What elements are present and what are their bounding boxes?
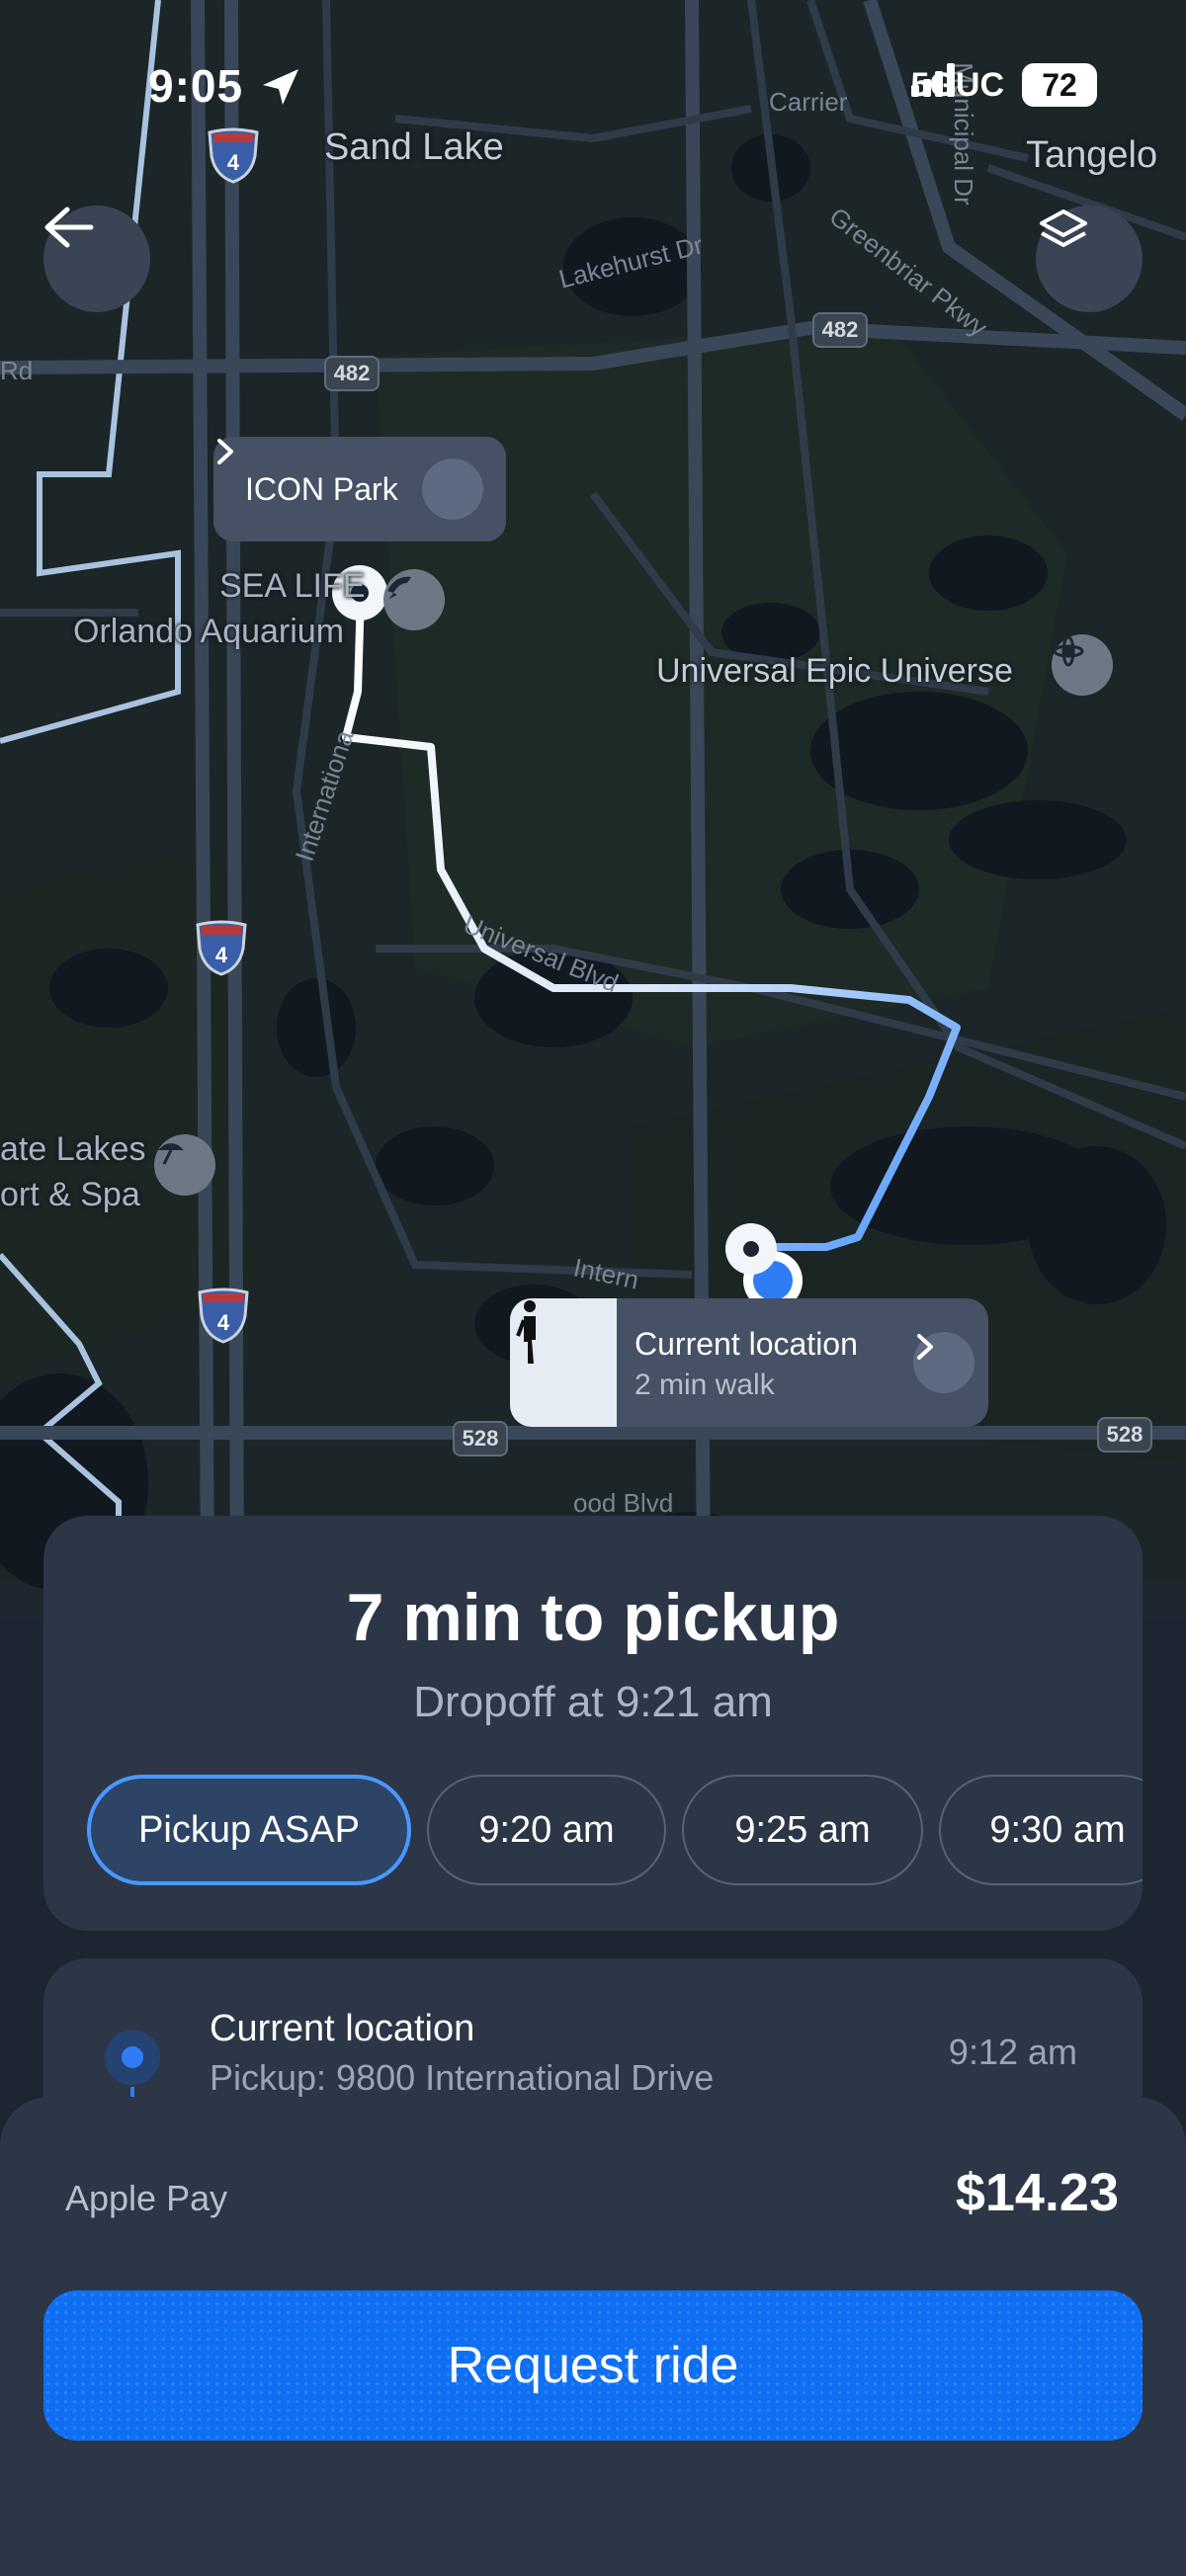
svg-text:4: 4: [217, 1310, 230, 1335]
current-location-callout[interactable]: Current location 2 min walk: [510, 1298, 988, 1427]
destination-callout-label: ICON Park: [245, 470, 398, 507]
pickup-location-address: Pickup: 9800 International Drive: [210, 2057, 715, 2098]
road-label-rd: Rd: [0, 356, 34, 385]
map-label-tangelo: Tangelo: [1026, 134, 1158, 176]
walking-person-icon: [510, 1298, 617, 1427]
location-dot-icon: [105, 2030, 160, 2085]
dropoff-time: Dropoff at 9:21 am: [413, 1678, 773, 1726]
payment-method[interactable]: Apple Pay: [65, 2178, 227, 2219]
svg-text:4: 4: [215, 943, 228, 967]
interstate-4-shield: 4: [196, 919, 247, 976]
highway-482-shield: 482: [812, 312, 868, 348]
back-button[interactable]: [43, 206, 150, 312]
road-label-wood-blvd: ood Blvd: [573, 1488, 674, 1518]
map-label-sea-life: SEA LIFE: [219, 567, 366, 605]
signal-icon: [910, 63, 955, 97]
pickup-location-name: Current location: [210, 2008, 475, 2049]
time-option[interactable]: 9:30 am: [939, 1775, 1143, 1885]
payment-sheet: Apple Pay $14.23 Request ride: [0, 2097, 1186, 2576]
pickup-time-card: 7 min to pickup Dropoff at 9:21 am Picku…: [43, 1516, 1143, 1931]
highway-528-shield: 528: [453, 1421, 508, 1456]
arrow-left-icon: [44, 207, 94, 248]
map-label-lakes-resort-2: ort & Spa: [0, 1176, 140, 1213]
time-option-asap[interactable]: Pickup ASAP: [87, 1775, 411, 1885]
map-label-sand-lake: Sand Lake: [324, 126, 504, 168]
request-ride-button[interactable]: Request ride: [43, 2290, 1143, 2441]
highway-528-shield: 528: [1097, 1417, 1152, 1453]
road-label-carrier: Carrier: [769, 87, 848, 117]
epic-universe-poi-icon[interactable]: [1052, 634, 1113, 696]
aquarium-poi-icon[interactable]: [383, 569, 445, 630]
map-label-lakes-resort-1: ate Lakes: [0, 1130, 146, 1168]
map-label-epic-universe: Universal Epic Universe: [656, 652, 1013, 690]
map-layers-button[interactable]: [1036, 206, 1143, 312]
time-option[interactable]: 9:20 am: [427, 1775, 666, 1885]
chevron-right-icon: [217, 439, 483, 520]
destination-callout[interactable]: ICON Park: [213, 437, 506, 541]
map-label-aquarium: Orlando Aquarium: [73, 613, 345, 650]
layers-icon: [1040, 209, 1087, 247]
location-arrow-icon: [263, 69, 298, 105]
battery-indicator: 72: [1022, 63, 1097, 107]
status-time: 9:05: [148, 60, 244, 112]
interstate-4-shield: 4: [198, 1287, 249, 1344]
pickup-time-options[interactable]: Pickup ASAP 9:20 am 9:25 am 9:30 am: [87, 1775, 1143, 1887]
time-option[interactable]: 9:25 am: [682, 1775, 923, 1885]
pickup-location-time: 9:12 am: [948, 2032, 1077, 2072]
chevron-right-icon: [913, 1332, 974, 1393]
status-right: 5GUC 72: [910, 63, 1097, 107]
interstate-4-shield: 4: [208, 126, 259, 184]
pickup-eta: 7 min to pickup: [346, 1580, 840, 1655]
map-view[interactable]: Sand Lake Tangelo SEA LIFE Orlando Aquar…: [0, 0, 1186, 1620]
highway-482-shield: 482: [324, 356, 380, 391]
svg-text:4: 4: [227, 150, 240, 175]
ride-price: $14.23: [955, 2163, 1119, 2222]
resort-poi-icon[interactable]: [154, 1134, 215, 1196]
